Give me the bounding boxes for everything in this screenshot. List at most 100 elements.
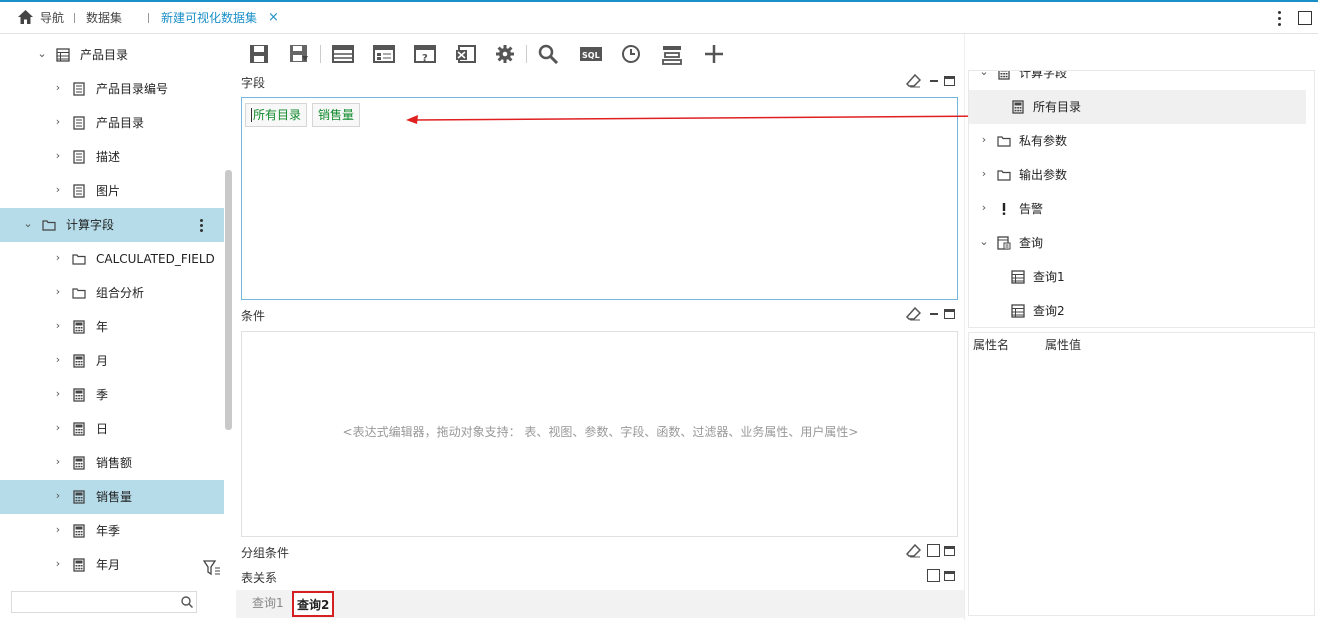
tab-query1[interactable]: 查询1 [249,591,287,617]
tree-item[interactable]: › 产品目录 [0,106,224,140]
chevron-right-icon[interactable]: › [53,184,63,196]
minimize-icon[interactable] [930,313,938,315]
tree-search-input[interactable] [16,594,176,610]
table-field-button[interactable] [370,40,396,68]
tree-item[interactable]: › 日 [0,412,224,446]
chevron-down-icon[interactable]: ⌄ [979,236,989,248]
tree-item-label: CALCULATED_FIELD [96,252,215,266]
chevron-right-icon[interactable]: › [53,558,63,570]
tree-item[interactable]: › 销售额 [0,446,224,480]
chevron-right-icon[interactable]: › [979,168,989,180]
restore-icon[interactable] [927,544,940,557]
tree-item[interactable]: › 月 [0,344,224,378]
minimize-icon[interactable] [930,80,938,82]
tree-item[interactable]: › 描述 [0,140,224,174]
condition-editor[interactable]: <表达式编辑器，拖动对象支持： 表、视图、参数、字段、函数、过滤器、业务属性、用… [241,331,958,537]
chevron-right-icon[interactable]: › [53,388,63,400]
chevron-right-icon[interactable]: › [53,82,63,94]
chevron-right-icon[interactable]: › [53,150,63,162]
tree-item[interactable]: › 图片 [0,174,224,208]
parameter-button[interactable]: ? [411,40,437,68]
tree-item[interactable]: › 销售量 [0,480,224,514]
calculator-icon [72,558,86,572]
tree-item[interactable]: › 年 [0,310,224,344]
tree-search[interactable] [11,591,197,613]
home-icon[interactable] [17,9,34,25]
chevron-right-icon[interactable]: › [53,116,63,128]
eraser-icon[interactable] [905,543,922,561]
search-icon[interactable] [181,596,193,608]
dataset-link[interactable]: 数据集 [86,10,122,26]
tree-item-label: 描述 [96,150,121,164]
tree-item[interactable]: › 组合分析 [0,276,224,310]
outline-item[interactable]: › 告警 [969,192,1306,226]
outline-item[interactable]: 查询2 [969,294,1306,327]
chevron-down-icon[interactable]: ⌄ [37,48,47,60]
outline-item[interactable]: › 输出参数 [969,158,1306,192]
filter-icon[interactable] [203,560,221,576]
maximize-icon[interactable] [944,546,955,556]
tree-item[interactable]: ⌄ 计算字段 [0,208,224,242]
sql-button[interactable]: SQL [576,40,602,68]
search-button[interactable] [535,40,561,68]
chevron-right-icon[interactable]: › [53,320,63,332]
outline-item[interactable]: › 私有参数 [969,124,1306,158]
eraser-icon[interactable] [905,73,922,91]
relation-title: 表关系 [241,571,278,585]
chevron-right-icon[interactable]: › [53,490,63,502]
folder-icon [997,168,1011,182]
chevron-right-icon[interactable]: › [53,422,63,434]
nav-link[interactable]: 导航 [40,10,64,26]
close-tab-icon[interactable]: × [268,10,279,26]
field-tag-label: 销售量 [318,108,355,122]
add-table-button[interactable] [329,40,355,68]
calculator-icon [72,422,86,436]
query-icon [997,236,1011,250]
outline-item[interactable]: 所有目录 [969,90,1306,124]
chevron-right-icon[interactable]: › [53,286,63,298]
maximize-icon[interactable] [944,76,955,86]
settings-button[interactable] [492,40,518,68]
tab-new-dataset[interactable]: 新建可视化数据集 [161,10,257,26]
maximize-icon[interactable] [944,309,955,319]
field-tag[interactable]: 销售量 [312,103,361,127]
outline-item[interactable]: ⌄ 计算字段 [969,71,1306,90]
chevron-right-icon[interactable]: › [53,456,63,468]
maximize-icon[interactable] [1298,11,1312,25]
outline-item[interactable]: 查询1 [969,260,1306,294]
chevron-down-icon[interactable]: ⌄ [979,71,989,78]
table-icon [1011,304,1025,318]
tree-item[interactable]: › 年季 [0,514,224,548]
chevron-right-icon[interactable]: › [53,354,63,366]
tree-item[interactable]: › 产品目录编号 [0,72,224,106]
output-fields-icon [662,46,682,65]
tree-scrollbar[interactable] [225,170,232,430]
restore-icon[interactable] [927,569,940,582]
chevron-right-icon[interactable]: › [53,524,63,536]
tree-item[interactable]: › 季 [0,378,224,412]
maximize-icon[interactable] [944,571,955,581]
cache-button[interactable] [617,40,643,68]
more-options-icon[interactable] [1272,8,1286,28]
more-options-icon[interactable] [199,217,205,233]
calculator-icon [72,354,86,368]
outline-item-label: 私有参数 [1019,134,1068,148]
excel-button[interactable] [452,40,478,68]
field-icon [72,184,86,198]
save-button[interactable] [246,40,272,68]
output-fields-button[interactable] [658,40,684,68]
save-as-button[interactable] [286,40,312,68]
chevron-right-icon[interactable]: › [53,252,63,264]
settings-icon [496,45,514,63]
tree-item[interactable]: ⌄ 产品目录 [0,38,224,72]
add-button[interactable] [700,40,726,68]
chevron-down-icon[interactable]: ⌄ [23,218,33,230]
tree-item[interactable]: › CALCULATED_FIELD [0,242,224,276]
chevron-right-icon[interactable]: › [979,134,989,146]
eraser-icon[interactable] [905,306,922,324]
chevron-right-icon[interactable]: › [979,202,989,214]
outline-item[interactable]: ⌄ 查询 [969,226,1306,260]
tree-item[interactable]: › 年月 [0,548,224,582]
field-tag[interactable]: 所有目录 [245,103,308,127]
tab-query2[interactable]: 查询2 [292,591,335,617]
